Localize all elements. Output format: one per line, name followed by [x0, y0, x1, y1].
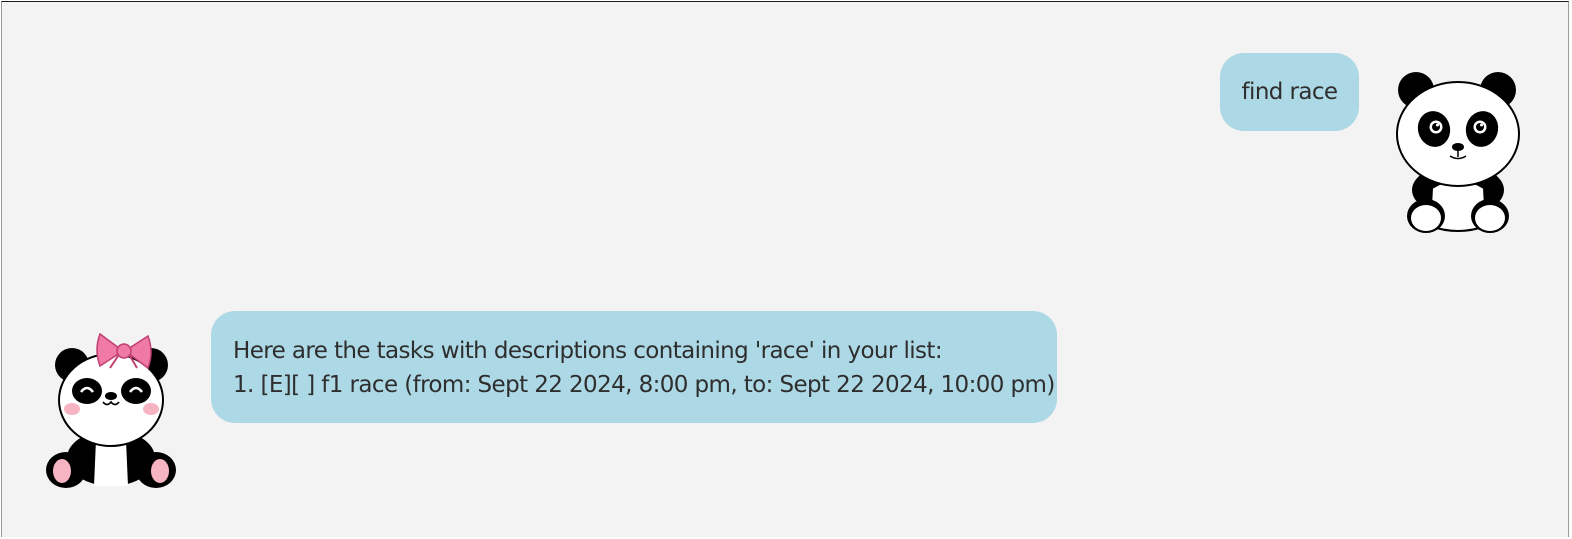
panda-icon	[1396, 72, 1520, 233]
bot-message-header: Here are the tasks with descriptions con…	[233, 338, 943, 364]
bot-message-bubble: Here are the tasks with descriptions con…	[211, 311, 1057, 423]
panda-with-bow-icon	[46, 332, 176, 488]
bot-avatar	[44, 330, 178, 492]
user-avatar	[1392, 70, 1524, 236]
bot-message-task-item: 1. [E][ ] f1 race (from: Sept 22 2024, 8…	[233, 372, 1055, 398]
chat-window: find race Here are the tasks with descri…	[1, 1, 1569, 537]
user-message-text: find race	[1241, 79, 1339, 105]
user-message-bubble: find race	[1220, 53, 1359, 131]
